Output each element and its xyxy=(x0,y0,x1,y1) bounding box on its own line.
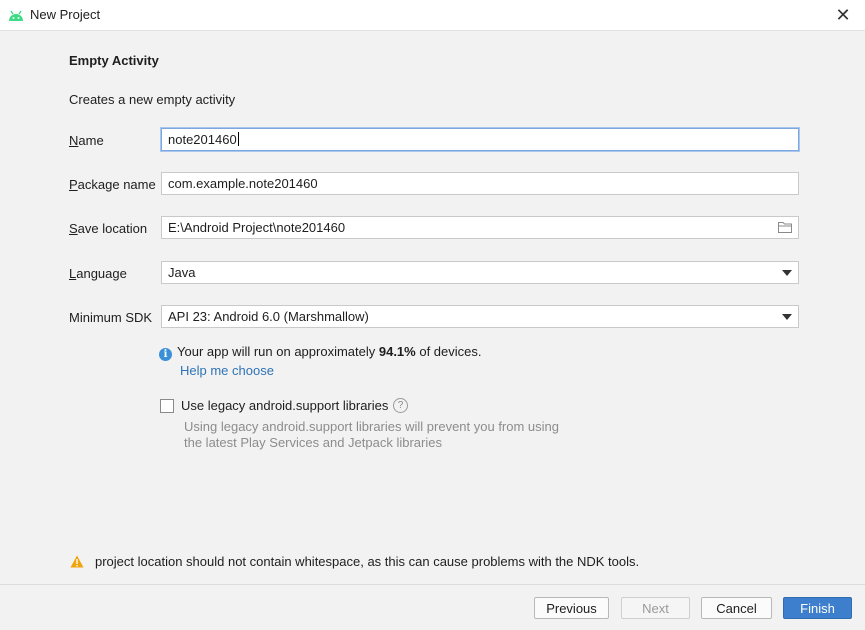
save-location-value: E:\Android Project\note201460 xyxy=(168,220,346,235)
warning-text: project location should not contain whit… xyxy=(95,554,640,569)
help-me-choose-link[interactable]: Help me choose xyxy=(180,363,274,378)
dialog-content: Empty Activity Creates a new empty activ… xyxy=(0,30,865,585)
warning-icon xyxy=(70,555,84,568)
chevron-down-icon xyxy=(782,314,792,320)
minimum-sdk-dropdown[interactable]: API 23: Android 6.0 (Marshmallow) xyxy=(161,305,799,328)
chevron-down-icon xyxy=(782,270,792,276)
info-icon: i xyxy=(159,348,172,361)
template-heading: Empty Activity xyxy=(69,53,159,68)
question-icon[interactable]: ? xyxy=(393,398,408,413)
name-value: note201460 xyxy=(168,132,237,147)
name-input[interactable]: note201460 xyxy=(161,128,799,151)
template-description: Creates a new empty activity xyxy=(69,92,236,107)
minimum-sdk-label: Minimum SDK xyxy=(69,310,153,325)
name-label: Name xyxy=(69,133,104,148)
title-bar: New Project ✕ xyxy=(0,0,865,30)
folder-icon[interactable] xyxy=(778,221,792,233)
previous-button[interactable]: Previous xyxy=(534,597,609,619)
cancel-button[interactable]: Cancel xyxy=(701,597,772,619)
finish-button[interactable]: Finish xyxy=(783,597,852,619)
package-name-input[interactable]: com.example.note201460 xyxy=(161,172,799,195)
close-button[interactable]: ✕ xyxy=(832,4,854,26)
text-caret xyxy=(237,132,239,146)
android-icon xyxy=(9,10,23,21)
package-name-label: Package name xyxy=(69,177,156,192)
dialog-footer: Previous Next Cancel Finish xyxy=(0,584,865,630)
package-name-value: com.example.note201460 xyxy=(168,176,318,191)
legacy-hint-line-1: Using legacy android.support libraries w… xyxy=(184,419,560,434)
close-icon: ✕ xyxy=(835,5,851,25)
language-value: Java xyxy=(168,265,196,280)
language-label: Language xyxy=(69,266,127,281)
language-dropdown[interactable]: Java xyxy=(161,261,799,284)
save-location-input[interactable]: E:\Android Project\note201460 xyxy=(161,216,799,239)
device-coverage-info: i Your app will run on approximately 94.1… xyxy=(159,344,482,361)
legacy-support-checkbox[interactable] xyxy=(160,399,174,413)
next-button[interactable]: Next xyxy=(621,597,690,619)
coverage-percent: 94.1% xyxy=(378,344,416,359)
save-location-label: Save location xyxy=(69,221,148,236)
window-title: New Project xyxy=(30,7,101,22)
legacy-hint-line-2: the latest Play Services and Jetpack lib… xyxy=(184,435,442,450)
minimum-sdk-value: API 23: Android 6.0 (Marshmallow) xyxy=(168,309,369,324)
legacy-support-label[interactable]: Use legacy android.support libraries xyxy=(181,398,388,413)
